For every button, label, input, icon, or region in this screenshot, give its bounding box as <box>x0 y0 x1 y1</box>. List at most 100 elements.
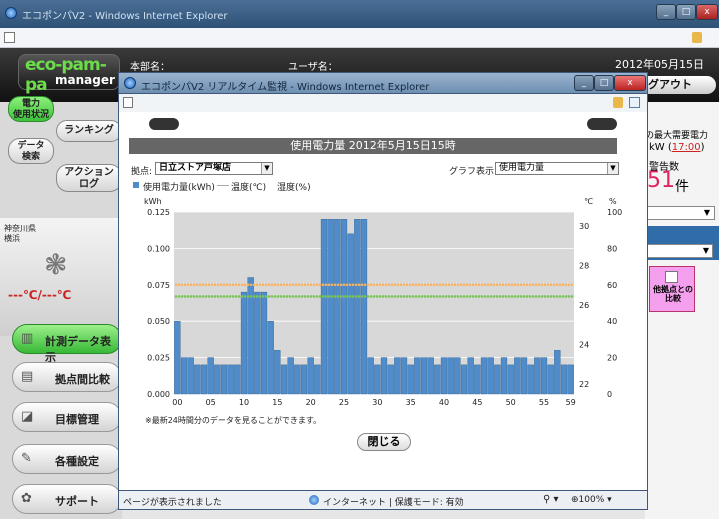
power-status-button[interactable]: 電力 使用状況 <box>8 96 54 122</box>
humidity-point <box>363 295 367 298</box>
site-select[interactable]: 日立ストア戸塚店 ▼ <box>155 162 273 175</box>
x-tick-label: 55 <box>539 398 549 407</box>
graph-select[interactable]: 使用電力量 ▼ <box>495 162 619 175</box>
bar <box>567 364 574 395</box>
temperature-point <box>414 283 418 287</box>
temperature-point <box>369 283 373 287</box>
action-log-button[interactable]: アクション ログ <box>56 164 122 192</box>
sidebar-menu: ▥ 計測データ表示 ▤ 拠点間比較 ◪ 目標管理 ✎ 各種設定 ✿ サポート <box>0 324 122 519</box>
temperature-point <box>363 283 367 287</box>
temperature-point <box>330 283 334 287</box>
temperature-point <box>324 283 328 287</box>
humidity-point <box>261 295 265 298</box>
temp-axis-label: ℃ <box>584 197 593 206</box>
outer-window-title: エコポンパV2 - Windows Internet Explorer <box>22 11 228 22</box>
maximize-button[interactable]: □ <box>676 4 696 20</box>
humidity-point <box>534 295 538 298</box>
temperature-reading: ---℃/---℃ <box>8 288 72 302</box>
menu-target-management[interactable]: ◪ 目標管理 <box>12 402 122 432</box>
humidity-point <box>336 295 340 298</box>
temperature-point <box>204 283 208 287</box>
next-arrow-button[interactable] <box>587 118 617 130</box>
globe-icon <box>309 495 319 505</box>
humidity-point <box>525 295 529 298</box>
temperature-point <box>393 283 397 287</box>
humidity-point <box>387 295 391 298</box>
minimize-button[interactable]: _ <box>656 4 676 20</box>
ie-logo-icon <box>124 77 136 89</box>
temperature-point <box>462 283 466 287</box>
temperature-point <box>225 283 229 287</box>
humidity-point <box>450 295 454 298</box>
menu-settings[interactable]: ✎ 各種設定 <box>12 444 122 474</box>
temp-tick-label: 28 <box>579 262 589 271</box>
temperature-point <box>474 283 478 287</box>
bar <box>300 364 308 395</box>
humidity-point <box>249 295 253 298</box>
temperature-point <box>396 283 400 287</box>
bar <box>247 277 254 395</box>
security-dropdown-icon[interactable]: ⚲ ▾ <box>543 494 559 505</box>
data-search-button[interactable]: データ 検索 <box>8 138 54 164</box>
humidity-point <box>564 295 568 298</box>
rss-icon[interactable] <box>629 97 640 108</box>
temperature-point <box>399 283 403 287</box>
bar <box>474 364 481 395</box>
temperature-point <box>489 283 493 287</box>
zoom-level[interactable]: ⊕100% ▾ <box>571 495 612 505</box>
humidity-point <box>201 295 205 298</box>
temp-tick-label: 30 <box>579 222 589 231</box>
humidity-point <box>327 295 331 298</box>
humidity-point <box>180 295 184 298</box>
right-select-2[interactable]: ▼ <box>647 244 713 258</box>
menu-measurement-data[interactable]: ▥ 計測データ表示 <box>12 324 122 364</box>
humidity-point <box>273 295 277 298</box>
compare-other-sites-button[interactable]: 他拠点との 比較 <box>649 266 695 312</box>
temperature-point <box>528 283 532 287</box>
humidity-point <box>486 295 490 298</box>
close-window-button[interactable]: x <box>696 4 718 20</box>
humidity-point <box>399 295 403 298</box>
popup-close-button[interactable]: x <box>614 75 646 91</box>
humidity-point <box>393 295 397 298</box>
bar <box>320 219 328 395</box>
humidity-point <box>540 295 544 298</box>
bar <box>367 357 374 395</box>
humidity-point <box>285 295 289 298</box>
ranking-button[interactable]: ランキング <box>56 120 122 142</box>
temperature-point <box>315 283 319 287</box>
x-tick-label: 45 <box>472 398 482 407</box>
humidity-point <box>240 295 244 298</box>
humidity-point <box>477 295 481 298</box>
humidity-point <box>243 295 247 298</box>
humidity-point <box>267 295 271 298</box>
popup-title: エコポンパV2 リアルタイム監視 - Windows Internet Expl… <box>141 82 430 93</box>
temperature-point <box>318 283 322 287</box>
humidity-point <box>570 295 574 298</box>
humidity-point <box>270 295 274 298</box>
user-label: ユーザ名： <box>288 62 338 73</box>
target-icon: ◪ <box>21 409 34 424</box>
close-button[interactable]: 閉じる <box>357 433 411 451</box>
logout-button[interactable]: グアウト <box>640 76 716 94</box>
temperature-point <box>510 283 514 287</box>
x-tick-label: 20 <box>306 398 316 407</box>
bar <box>494 364 501 395</box>
humidity-point <box>498 295 502 298</box>
weather-icon: ❃ <box>44 248 68 281</box>
popup-maximize-button[interactable]: □ <box>594 75 614 91</box>
menu-support[interactable]: ✿ サポート <box>12 484 122 514</box>
humidity-point <box>369 295 373 298</box>
right-select-1[interactable]: ▼ <box>645 206 715 220</box>
temperature-point <box>207 283 211 287</box>
temperature-point <box>405 283 409 287</box>
y-tick-label: 0.100 <box>147 244 170 253</box>
menu-site-compare[interactable]: ▤ 拠点間比較 <box>12 362 122 392</box>
popup-minimize-button[interactable]: _ <box>574 75 594 91</box>
zone-text: インターネット | 保護モード: 有効 <box>323 498 464 508</box>
humidity-point <box>372 295 376 298</box>
legend-humidity: 湿度(%) <box>277 183 311 193</box>
temperature-point <box>276 283 280 287</box>
prev-arrow-button[interactable] <box>149 118 179 130</box>
temperature-point <box>360 283 364 287</box>
